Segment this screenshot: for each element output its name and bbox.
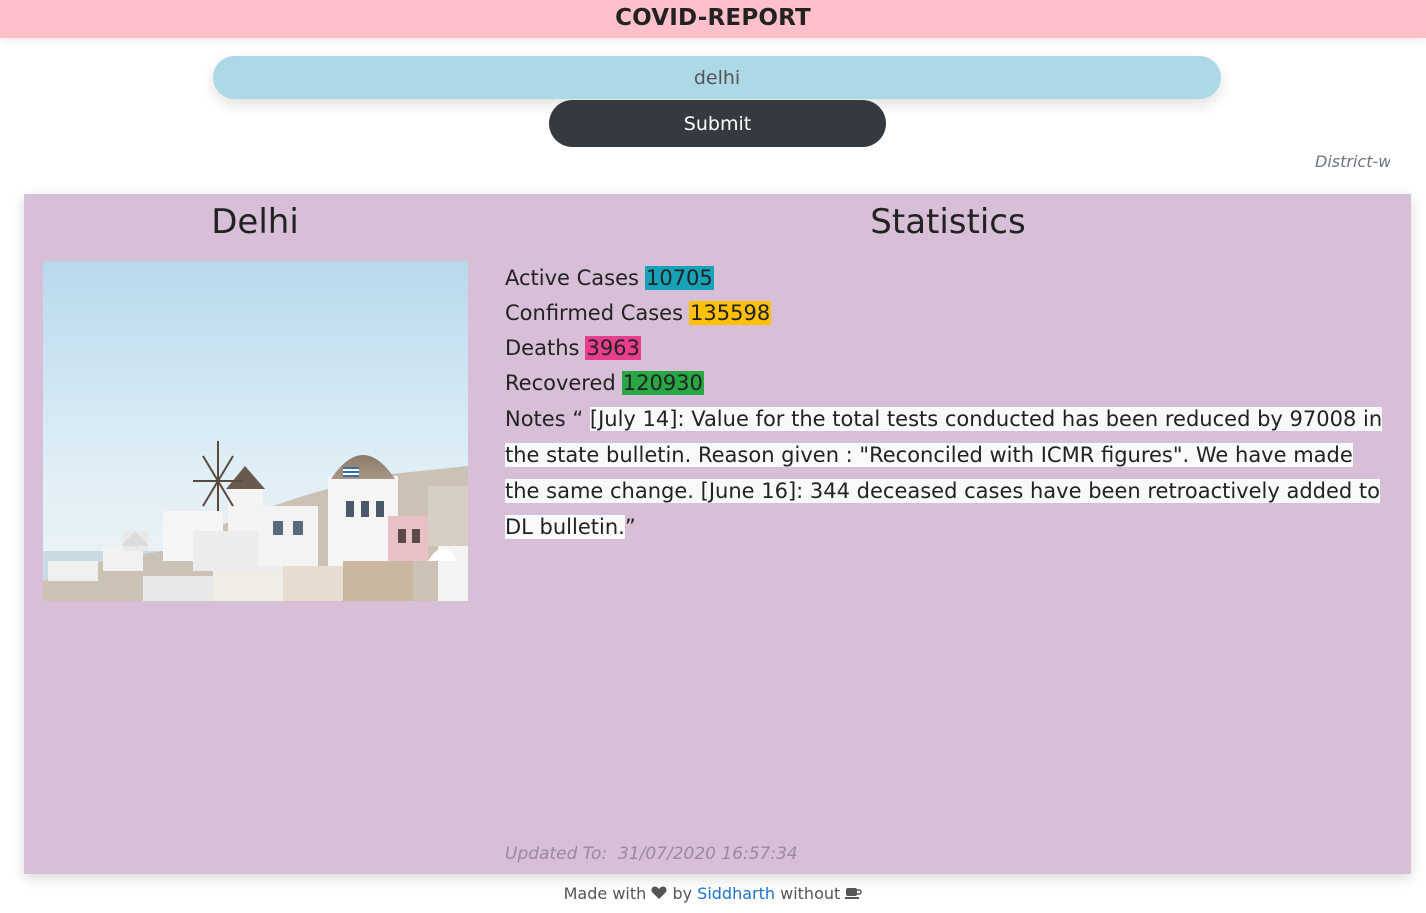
footer-by: by bbox=[672, 884, 693, 903]
stat-label: Active Cases bbox=[505, 266, 639, 290]
city-photo bbox=[43, 261, 468, 601]
city-card: Delhi Statistics Active Cases 10705 Conf… bbox=[24, 194, 1411, 874]
search-input[interactable] bbox=[213, 56, 1221, 99]
app-header: COVID-REPORT bbox=[0, 0, 1426, 38]
footer-made-with: Made with bbox=[563, 884, 647, 903]
stat-confirmed-cases: Confirmed Cases 135598 bbox=[505, 296, 1385, 331]
coffee-icon bbox=[845, 885, 863, 904]
stat-value: 10705 bbox=[644, 266, 714, 290]
marquee-text: District-wise bbox=[1315, 152, 1390, 171]
city-image bbox=[43, 261, 468, 601]
notes-close-quote: ” bbox=[624, 515, 636, 539]
stat-active-cases: Active Cases 10705 bbox=[505, 261, 1385, 296]
updated-value: 31/07/2020 16:57:34 bbox=[618, 844, 798, 864]
footer-without: without bbox=[780, 884, 841, 903]
app-title: COVID-REPORT bbox=[615, 5, 811, 31]
updated-timestamp: Updated To: 31/07/2020 16:57:34 bbox=[505, 844, 798, 864]
statistics-list: Active Cases 10705 Confirmed Cases 135598 … bbox=[505, 261, 1385, 545]
updated-label: Updated To: bbox=[505, 844, 608, 864]
stat-deaths: Deaths 3963 bbox=[505, 331, 1385, 366]
heart-icon bbox=[651, 885, 667, 904]
stat-recovered: Recovered 120930 bbox=[505, 366, 1385, 401]
notes-label: Notes “ bbox=[505, 407, 584, 431]
footer: Made with by Siddharth without bbox=[0, 884, 1426, 904]
author-link[interactable]: Siddharth bbox=[697, 884, 775, 903]
stat-label: Confirmed Cases bbox=[505, 301, 684, 325]
notes-text: [July 14]: Value for the total tests con… bbox=[505, 407, 1383, 539]
statistics-title: Statistics bbox=[870, 202, 1026, 242]
notes: Notes “ [July 14]: Value for the total t… bbox=[505, 401, 1385, 545]
stat-value: 3963 bbox=[585, 336, 641, 360]
stat-label: Recovered bbox=[505, 371, 616, 395]
submit-button[interactable]: Submit bbox=[549, 100, 886, 147]
marquee: District-wise bbox=[1250, 152, 1390, 174]
stat-value: 135598 bbox=[689, 301, 772, 325]
stat-value: 120930 bbox=[621, 371, 704, 395]
city-name: Delhi bbox=[211, 202, 299, 242]
stat-label: Deaths bbox=[505, 336, 580, 360]
